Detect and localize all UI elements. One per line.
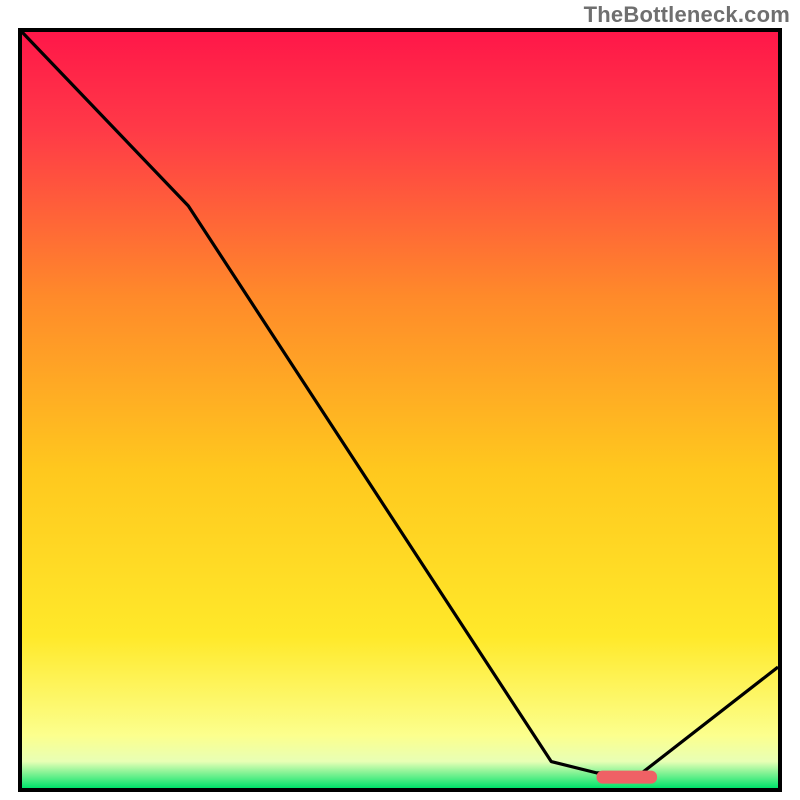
gradient-background — [22, 32, 778, 788]
watermark-text: TheBottleneck.com — [584, 2, 790, 28]
plot-area — [18, 28, 782, 792]
sweet-spot-marker — [597, 771, 657, 784]
chart-root: TheBottleneck.com — [0, 0, 800, 800]
chart-svg — [22, 32, 778, 788]
